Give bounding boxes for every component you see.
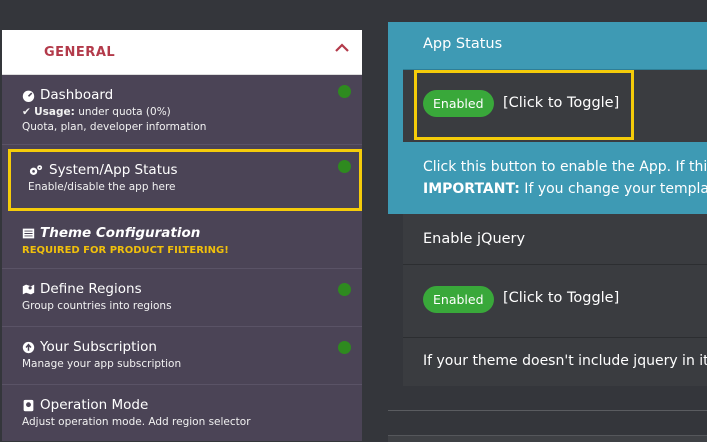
important-label: IMPORTANT: <box>423 181 520 197</box>
app-status-desc-line2: IMPORTANT: If you change your templa <box>423 181 707 197</box>
sidebar-item-subtitle: Adjust operation mode. Add region select… <box>22 416 251 428</box>
app-status-desc-line1: Click this button to enable the App. If … <box>423 159 707 175</box>
check-icon: ✔ <box>22 106 31 118</box>
status-dot <box>338 160 351 173</box>
sidebar-item-subtitle: Quota, plan, developer information <box>22 121 207 133</box>
jquery-enabled-badge[interactable]: Enabled <box>423 286 494 313</box>
sidebar: GENERAL Dashboard ✔ Usage: under quota (… <box>2 30 362 441</box>
sidebar-item-dashboard[interactable]: Dashboard ✔ Usage: under quota (0%) Quot… <box>2 75 362 145</box>
sidebar-item-your-subscription[interactable]: Your Subscription Manage your app subscr… <box>2 327 362 385</box>
jquery-toggle-link[interactable]: [Click to Toggle] <box>503 290 619 306</box>
jquery-toggle-row: Enabled [Click to Toggle] <box>403 265 707 338</box>
sidebar-item-operation-mode[interactable]: Operation Mode Adjust operation mode. Ad… <box>2 385 362 441</box>
sidebar-item-subtitle: Enable/disable the app here <box>28 181 176 193</box>
list-icon <box>22 228 35 238</box>
sidebar-item-theme-configuration[interactable]: Theme Configuration REQUIRED FOR PRODUCT… <box>2 211 362 269</box>
cogs-icon <box>29 164 43 175</box>
jquery-title: Enable jQuery <box>423 231 526 247</box>
jquery-description: If your theme doesn't include jquery in … <box>423 353 707 369</box>
sidebar-item-label: Your Subscription <box>40 339 157 355</box>
operation-mode-icon <box>23 399 34 411</box>
sidebar-item-label: Theme Configuration <box>40 225 201 241</box>
status-dot <box>338 283 351 296</box>
sidebar-item-subtitle: Group countries into regions <box>22 300 172 312</box>
status-dot <box>338 341 351 354</box>
usage-line: ✔ Usage: under quota (0%) <box>22 106 342 118</box>
app-status-title: App Status <box>423 36 503 52</box>
sidebar-item-define-regions[interactable]: Define Regions Group countries into regi… <box>2 269 362 327</box>
sidebar-header-general[interactable]: GENERAL <box>2 30 362 75</box>
usage-value: under quota (0%) <box>78 106 171 118</box>
app-status-description: Click this button to enable the App. If … <box>403 142 707 214</box>
sidebar-item-label: System/App Status <box>49 162 178 178</box>
sidebar-item-subtitle: Manage your app subscription <box>22 358 182 370</box>
sidebar-item-system-app-status[interactable]: System/App Status Enable/disable the app… <box>8 149 362 211</box>
sidebar-item-label: Define Regions <box>40 281 142 297</box>
highlight-box <box>414 70 634 140</box>
sidebar-header-title: GENERAL <box>44 45 116 60</box>
sidebar-item-label: Dashboard <box>40 87 114 103</box>
section-divider <box>388 410 707 411</box>
dashboard-gauge-icon <box>22 90 35 102</box>
chevron-up-icon[interactable] <box>334 40 350 56</box>
sidebar-item-label: Operation Mode <box>40 397 149 413</box>
map-marker-icon <box>22 284 35 294</box>
usage-label: Usage: <box>34 106 75 118</box>
status-dot <box>338 85 351 98</box>
jquery-panel: Enable jQuery Enabled [Click to Toggle] … <box>388 214 707 386</box>
jquery-header: Enable jQuery <box>403 214 707 265</box>
required-warning: REQUIRED FOR PRODUCT FILTERING! <box>22 245 229 256</box>
app-status-header: App Status <box>403 22 707 70</box>
arrow-circle-up-icon <box>22 341 35 353</box>
